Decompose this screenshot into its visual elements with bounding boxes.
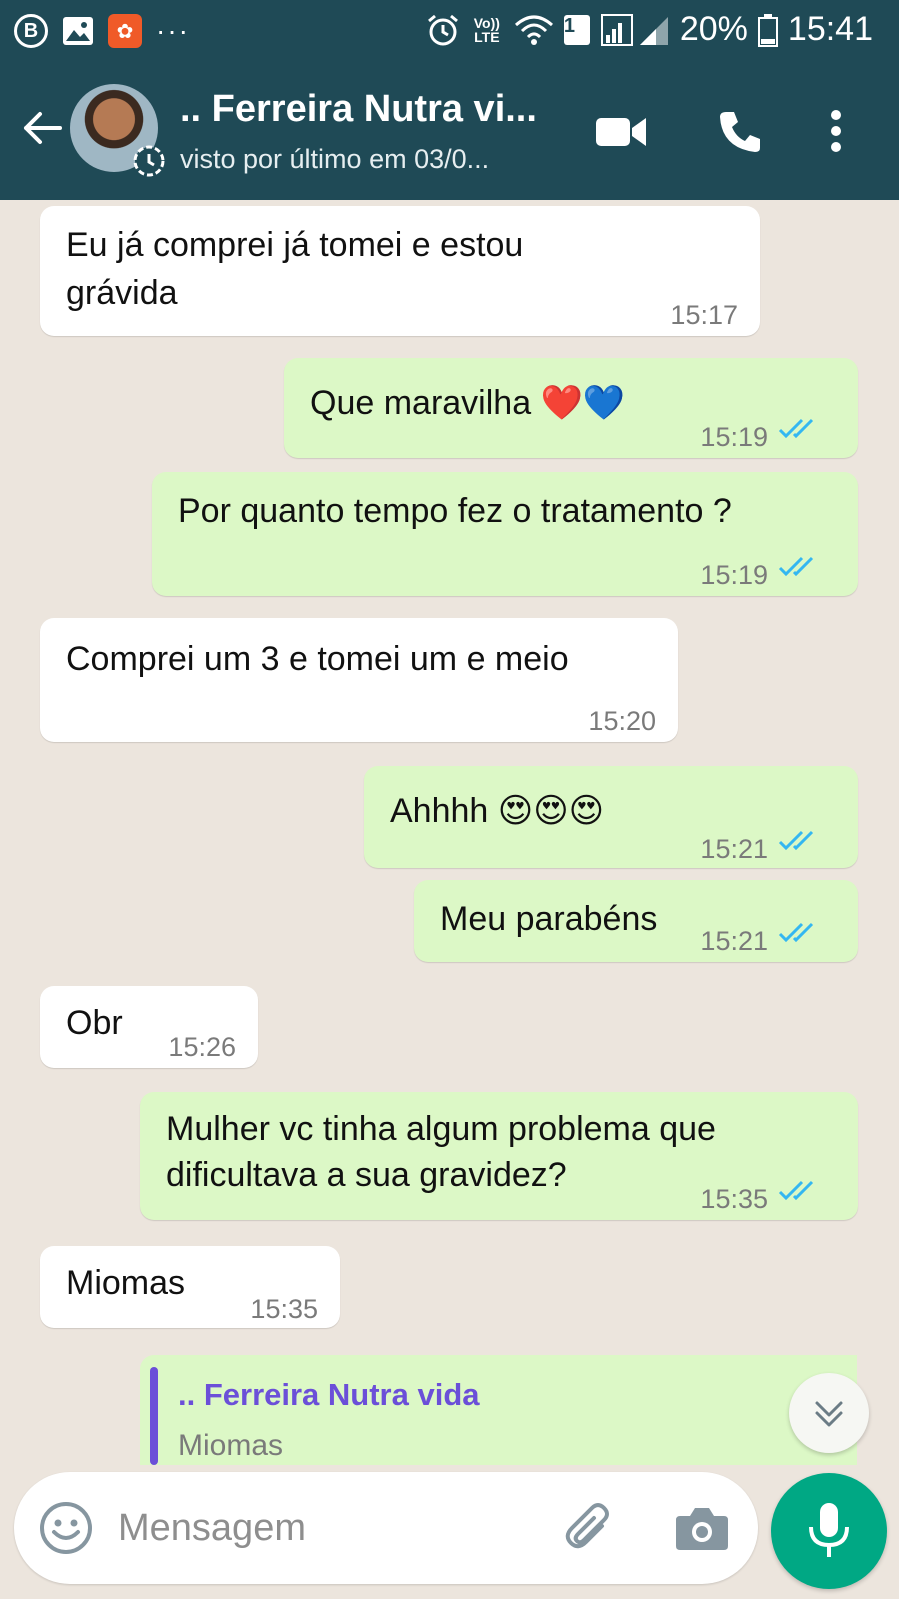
message-text: Que maravilha ❤️💙 [310, 384, 626, 422]
gallery-notification-icon [63, 17, 93, 45]
quoted-text: Miomas [178, 1429, 284, 1462]
message-outgoing[interactable]: Meu parabéns 15:21 [414, 880, 858, 962]
message-time: 15:19 [700, 560, 768, 590]
clock: 15:41 [787, 10, 873, 48]
volte-indicator: Vo)) LTE [473, 14, 500, 45]
chat-header: .. Ferreira Nutra vi... visto por último… [0, 66, 899, 200]
camera-icon[interactable] [674, 1502, 730, 1554]
message-text: Por quanto tempo fez o tratamento ? [178, 492, 732, 530]
message-time: 15:17 [670, 300, 738, 330]
message-text: Eu já comprei já tomei e estou [66, 226, 524, 264]
message-input[interactable] [118, 1502, 538, 1554]
chat-area[interactable]: Eu já comprei já tomei e estou grávida 1… [0, 200, 899, 1462]
attach-icon[interactable] [562, 1500, 618, 1556]
back-arrow-icon[interactable] [20, 106, 64, 150]
quoted-author: .. Ferreira Nutra vida [178, 1377, 480, 1412]
double-check-icon [778, 922, 814, 943]
message-outgoing[interactable]: Que maravilha ❤️💙 15:19 [284, 358, 858, 458]
signal-icon [600, 13, 668, 46]
app-notification-icon: ✿ [108, 14, 142, 48]
message-text: Ahhhh 😍😍😍 [390, 792, 605, 830]
status-bar: B ✿ ··· Vo)) LTE 1 20% 15:41 [0, 0, 899, 66]
message-time: 15:19 [700, 422, 768, 452]
message-outgoing[interactable]: Mulher vc tinha algum problema que dific… [140, 1092, 858, 1220]
quote-bar [150, 1367, 158, 1465]
scroll-down-icon [815, 1401, 843, 1427]
message-incoming[interactable]: Eu já comprei já tomei e estou grávida 1… [40, 206, 760, 336]
more-vert-icon[interactable] [826, 106, 846, 156]
more-notifications-indicator: ··· [156, 15, 190, 46]
wifi-icon [514, 15, 553, 45]
message-outgoing-quoted[interactable]: .. Ferreira Nutra vida Miomas [140, 1355, 857, 1465]
alarm-icon [427, 14, 458, 45]
message-incoming[interactable]: Miomas 15:35 [40, 1246, 340, 1328]
b-notification-icon: B [14, 14, 48, 48]
message-text: Comprei um 3 e tomei um e meio [66, 640, 569, 678]
last-seen: visto por último em 03/0... [180, 144, 490, 174]
video-call-icon[interactable] [594, 106, 648, 156]
message-outgoing[interactable]: Ahhhh 😍😍😍 15:21 [364, 766, 858, 868]
phone-icon[interactable] [716, 106, 764, 156]
status-ring-icon [133, 145, 165, 177]
message-time: 15:20 [588, 706, 656, 736]
message-time: 15:35 [250, 1294, 318, 1324]
message-text: dificultava a sua gravidez? [166, 1156, 567, 1194]
emoji-icon[interactable] [38, 1500, 94, 1556]
message-text: Meu parabéns [440, 900, 658, 938]
double-check-icon [778, 418, 814, 439]
message-time: 15:26 [168, 1032, 236, 1062]
double-check-icon [778, 556, 814, 577]
battery-percent: 20% [679, 10, 748, 48]
double-check-icon [778, 1180, 814, 1201]
message-time: 15:35 [700, 1184, 768, 1214]
scroll-to-bottom-button[interactable] [789, 1373, 869, 1453]
message-text: Obr [66, 1004, 123, 1042]
message-text: Miomas [66, 1264, 186, 1302]
message-incoming[interactable]: Comprei um 3 e tomei um e meio 15:20 [40, 618, 678, 742]
voice-message-button[interactable] [771, 1473, 887, 1589]
message-composer [14, 1472, 758, 1584]
message-outgoing[interactable]: Por quanto tempo fez o tratamento ? 15:1… [152, 472, 858, 596]
message-text: Mulher vc tinha algum problema que [166, 1110, 716, 1148]
mic-icon [809, 1503, 849, 1557]
message-time: 15:21 [700, 834, 768, 864]
message-text: grávida [66, 274, 178, 312]
sim-indicator: 1 [563, 14, 590, 45]
contact-name[interactable]: .. Ferreira Nutra vi... [180, 88, 537, 131]
battery-icon [757, 13, 778, 47]
message-time: 15:21 [700, 926, 768, 956]
double-check-icon [778, 830, 814, 851]
message-incoming[interactable]: Obr 15:26 [40, 986, 258, 1068]
